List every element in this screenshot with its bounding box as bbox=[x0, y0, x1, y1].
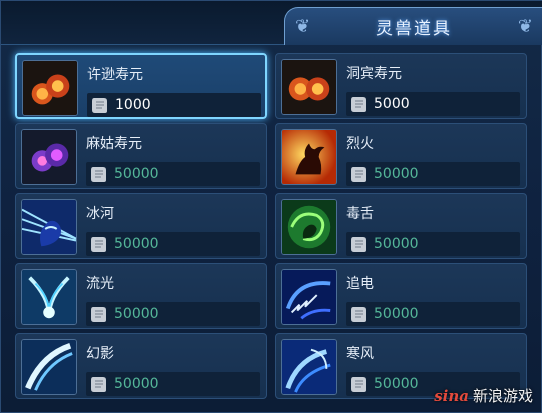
price-bar: 50000 bbox=[86, 302, 260, 326]
item-card-xuxun[interactable]: 许逊寿元 1000 bbox=[15, 53, 267, 119]
item-price: 50000 bbox=[114, 306, 159, 322]
watermark-text: 新浪游戏 bbox=[472, 387, 533, 405]
item-name: 烈火 bbox=[346, 136, 374, 152]
item-name: 毒舌 bbox=[346, 206, 374, 222]
item-card-liehuo[interactable]: 烈火 50000 bbox=[275, 123, 527, 189]
item-name: 追电 bbox=[346, 276, 374, 292]
sina-logo: sina bbox=[434, 386, 469, 405]
item-name: 幻影 bbox=[86, 346, 114, 362]
panel-title: 灵兽道具 bbox=[376, 19, 452, 39]
item-name: 洞宾寿元 bbox=[346, 66, 402, 82]
price-bar: 50000 bbox=[346, 162, 520, 186]
lightning-ring-icon bbox=[281, 269, 337, 325]
item-price: 50000 bbox=[374, 236, 419, 252]
item-card-dongbin[interactable]: 洞宾寿元 5000 bbox=[275, 53, 527, 119]
item-card-zhuidian[interactable]: 追电 50000 bbox=[275, 263, 527, 329]
price-bar: 50000 bbox=[86, 162, 260, 186]
item-price: 50000 bbox=[374, 376, 419, 392]
title-tab: ❦ 灵兽道具 ❦ bbox=[284, 7, 542, 45]
item-name: 流光 bbox=[86, 276, 114, 292]
item-price: 50000 bbox=[114, 376, 159, 392]
scroll-currency-icon bbox=[91, 377, 106, 392]
item-card-dushe[interactable]: 毒舌 50000 bbox=[275, 193, 527, 259]
twin-purple-orbs-icon bbox=[21, 129, 77, 185]
item-price: 5000 bbox=[374, 96, 410, 112]
twin-fire-orbs-icon bbox=[281, 59, 337, 115]
item-name: 许逊寿元 bbox=[87, 67, 143, 83]
item-price: 1000 bbox=[115, 97, 151, 113]
price-bar: 1000 bbox=[87, 93, 261, 117]
scroll-currency-icon bbox=[351, 307, 366, 322]
phantom-slash-icon bbox=[21, 339, 77, 395]
twin-fire-orbs-icon bbox=[22, 60, 78, 116]
price-bar: 50000 bbox=[86, 372, 260, 396]
price-bar: 50000 bbox=[346, 232, 520, 256]
item-name: 麻姑寿元 bbox=[86, 136, 142, 152]
scroll-currency-icon bbox=[91, 237, 106, 252]
cold-wind-icon bbox=[281, 339, 337, 395]
price-bar: 50000 bbox=[86, 232, 260, 256]
poison-swirl-icon bbox=[281, 199, 337, 255]
scroll-currency-icon bbox=[351, 167, 366, 182]
light-streak-icon bbox=[21, 269, 77, 325]
pet-items-panel: ❦ 灵兽道具 ❦ 许逊寿元 1000 洞宾寿元 5000 麻姑寿元 50000 … bbox=[0, 0, 542, 413]
price-bar: 5000 bbox=[346, 92, 520, 116]
item-price: 50000 bbox=[374, 166, 419, 182]
scroll-currency-icon bbox=[351, 377, 366, 392]
fire-claw-icon bbox=[281, 129, 337, 185]
item-price: 50000 bbox=[114, 166, 159, 182]
item-card-huanying[interactable]: 幻影 50000 bbox=[15, 333, 267, 399]
item-name: 冰河 bbox=[86, 206, 114, 222]
ice-claw-icon bbox=[21, 199, 77, 255]
price-bar: 50000 bbox=[346, 302, 520, 326]
item-name: 寒风 bbox=[346, 346, 374, 362]
item-price: 50000 bbox=[374, 306, 419, 322]
scroll-currency-icon bbox=[92, 98, 107, 113]
sina-games-watermark: sina 新浪游戏 bbox=[434, 385, 533, 406]
ornament-right-icon: ❦ bbox=[517, 16, 533, 37]
item-price: 50000 bbox=[114, 236, 159, 252]
item-card-magu[interactable]: 麻姑寿元 50000 bbox=[15, 123, 267, 189]
item-card-liuguang[interactable]: 流光 50000 bbox=[15, 263, 267, 329]
scroll-currency-icon bbox=[351, 97, 366, 112]
scroll-currency-icon bbox=[351, 237, 366, 252]
scroll-currency-icon bbox=[91, 167, 106, 182]
scroll-currency-icon bbox=[91, 307, 106, 322]
item-card-binghe[interactable]: 冰河 50000 bbox=[15, 193, 267, 259]
